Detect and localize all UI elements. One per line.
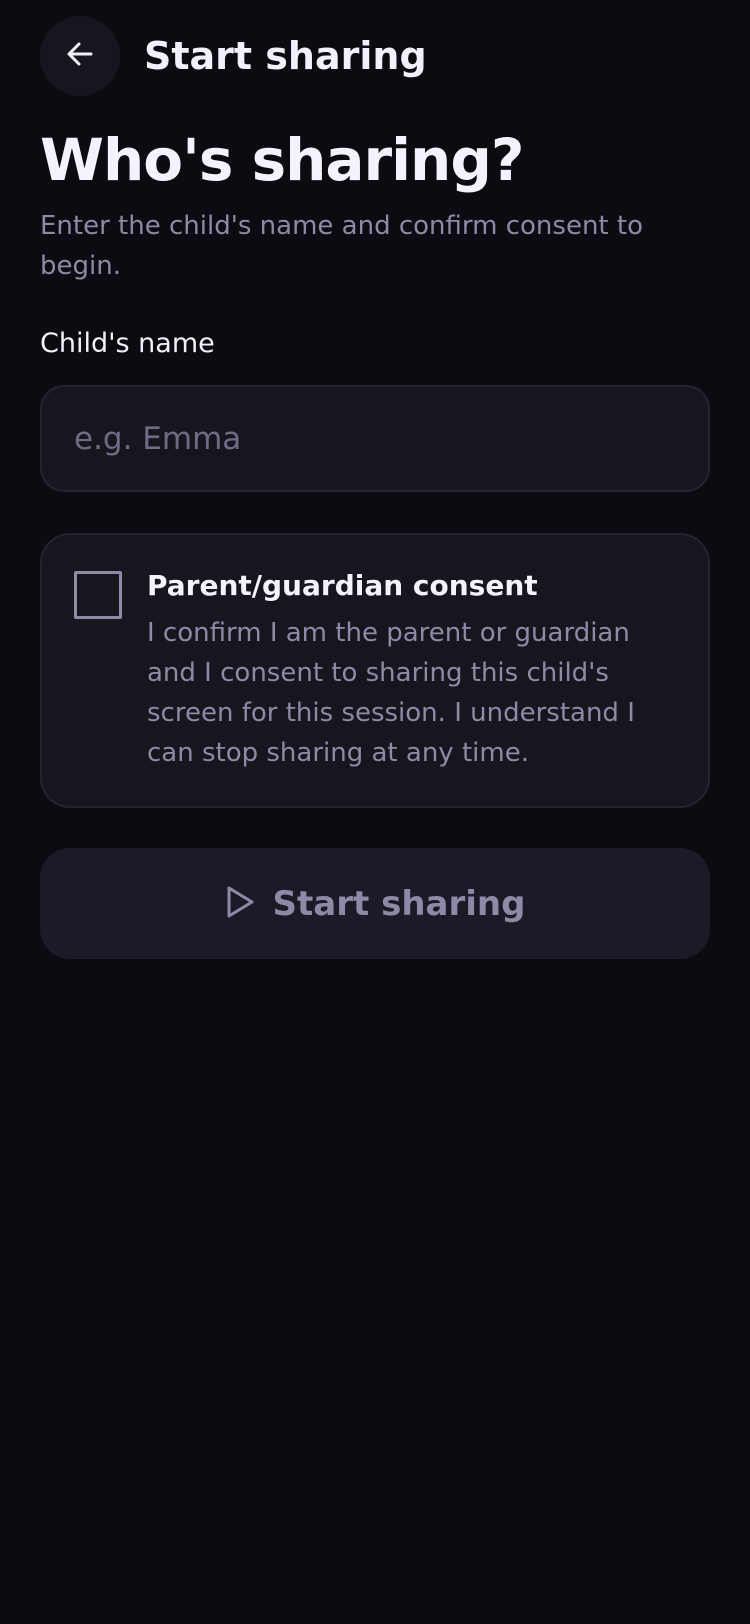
consent-text: I confirm I am the parent or guardian an… <box>147 618 635 768</box>
start-sharing-button[interactable]: Start sharing <box>40 848 710 959</box>
back-button[interactable] <box>40 16 120 96</box>
consent-checkbox[interactable] <box>74 571 122 619</box>
consent-card[interactable]: Parent/guardian consent I confirm I am t… <box>40 533 710 808</box>
play-icon <box>225 885 255 923</box>
page-title: Who's sharing? <box>40 126 524 194</box>
child-name-label: Child's name <box>40 328 215 359</box>
start-sharing-label: Start sharing <box>272 883 526 924</box>
page-subtitle: Enter the child's name and confirm conse… <box>40 211 643 281</box>
header: Start sharing <box>40 16 427 96</box>
header-title: Start sharing <box>144 34 427 78</box>
consent-title: Parent/guardian consent <box>147 569 538 602</box>
child-name-input[interactable] <box>40 385 710 492</box>
arrow-left-icon <box>64 38 96 74</box>
